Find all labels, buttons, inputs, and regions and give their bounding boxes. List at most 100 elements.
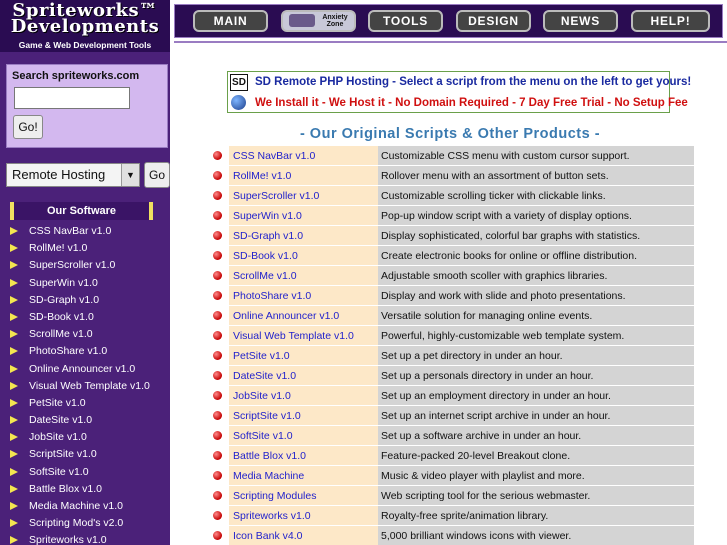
search-panel: Search spriteworks.com Go!: [6, 64, 168, 148]
software-list-item[interactable]: Scripting Mod's v2.0: [8, 515, 168, 532]
software-item-label[interactable]: ScrollMe v1.0: [29, 328, 93, 340]
product-description: Set up a personals directory in under an…: [378, 366, 694, 385]
software-list-item[interactable]: DateSite v1.0: [8, 412, 168, 429]
product-description: Music & video player with playlist and m…: [378, 466, 694, 485]
software-item-label[interactable]: SoftSite v1.0: [29, 466, 89, 478]
software-item-label[interactable]: SuperScroller v1.0: [29, 259, 115, 271]
product-link[interactable]: Icon Bank v4.0: [233, 530, 302, 542]
software-item-label[interactable]: Visual Web Template v1.0: [29, 380, 150, 392]
hosting-go-button[interactable]: Go: [144, 162, 170, 188]
software-list-item[interactable]: PhotoShare v1.0: [8, 343, 168, 360]
product-link[interactable]: PetSite v1.0: [233, 350, 290, 362]
arrow-right-icon: [10, 295, 18, 304]
software-list-item[interactable]: SoftSite v1.0: [8, 464, 168, 481]
product-name-cell: SD-Graph v1.0: [229, 226, 378, 245]
software-list-item[interactable]: CSS NavBar v1.0: [8, 223, 168, 240]
software-item-label[interactable]: Media Machine v1.0: [29, 500, 123, 512]
product-link[interactable]: ScriptSite v1.0: [233, 410, 301, 422]
software-list-item[interactable]: Battle Blox v1.0: [8, 481, 168, 498]
software-list-item[interactable]: Online Announcer v1.0: [8, 361, 168, 378]
software-item-label[interactable]: Battle Blox v1.0: [29, 483, 102, 495]
chevron-down-icon[interactable]: ▼: [121, 164, 139, 186]
software-list-item[interactable]: Visual Web Template v1.0: [8, 378, 168, 395]
nav-help-button[interactable]: HELP!: [631, 10, 710, 32]
red-bullet-icon: [213, 331, 222, 340]
product-name-cell: ScrollMe v1.0: [229, 266, 378, 285]
product-name-cell: Scripting Modules: [229, 486, 378, 505]
product-name-cell: SuperWin v1.0: [229, 206, 378, 225]
product-row: Scripting Modules Web scripting tool for …: [206, 486, 694, 505]
search-go-button[interactable]: Go!: [13, 115, 43, 139]
software-item-label[interactable]: Spriteworks v1.0: [29, 534, 107, 545]
product-link[interactable]: DateSite v1.0: [233, 370, 296, 382]
product-link[interactable]: Spriteworks v1.0: [233, 510, 311, 522]
product-link[interactable]: CSS NavBar v1.0: [233, 150, 315, 162]
nav-design-button[interactable]: DESIGN: [456, 10, 531, 32]
arrow-right-icon: [10, 278, 18, 287]
software-item-label[interactable]: PhotoShare v1.0: [29, 345, 107, 357]
software-list-item[interactable]: SuperScroller v1.0: [8, 257, 168, 274]
software-item-label[interactable]: SD-Graph v1.0: [29, 294, 99, 306]
product-link[interactable]: SuperWin v1.0: [233, 210, 302, 222]
hosting-banner[interactable]: SD SD Remote PHP Hosting - Select a scri…: [227, 71, 691, 113]
product-link[interactable]: Online Announcer v1.0: [233, 310, 339, 322]
product-name-cell: SD-Book v1.0: [229, 246, 378, 265]
product-link[interactable]: Scripting Modules: [233, 490, 316, 502]
product-row: ScriptSite v1.0 Set up an internet script…: [206, 406, 694, 425]
software-list-item[interactable]: ScrollMe v1.0: [8, 326, 168, 343]
software-item-label[interactable]: PetSite v1.0: [29, 397, 86, 409]
product-link[interactable]: JobSite v1.0: [233, 390, 291, 402]
software-item-label[interactable]: DateSite v1.0: [29, 414, 92, 426]
product-link[interactable]: SD-Graph v1.0: [233, 230, 303, 242]
product-row: SuperScroller v1.0 Customizable scrolling…: [206, 186, 694, 205]
software-list-item[interactable]: Spriteworks v1.0: [8, 532, 168, 545]
search-input[interactable]: [14, 87, 130, 109]
arrow-right-icon: [10, 364, 18, 373]
software-item-label[interactable]: CSS NavBar v1.0: [29, 225, 111, 237]
software-item-label[interactable]: Online Announcer v1.0: [29, 363, 135, 375]
software-list-item[interactable]: ScriptSite v1.0: [8, 446, 168, 463]
red-bullet-icon: [213, 171, 222, 180]
product-link[interactable]: SD-Book v1.0: [233, 250, 298, 262]
software-list-item[interactable]: SD-Graph v1.0: [8, 292, 168, 309]
software-item-label[interactable]: RollMe! v1.0: [29, 242, 87, 254]
product-link[interactable]: SuperScroller v1.0: [233, 190, 319, 202]
software-list-item[interactable]: JobSite v1.0: [8, 429, 168, 446]
product-row: SD-Book v1.0 Create electronic books for …: [206, 246, 694, 265]
hosting-select[interactable]: Remote Hosting ▼: [6, 163, 140, 187]
software-item-label[interactable]: SuperWin v1.0: [29, 277, 98, 289]
software-item-label[interactable]: ScriptSite v1.0: [29, 448, 97, 460]
software-list-item[interactable]: Media Machine v1.0: [8, 498, 168, 515]
software-heading: Our Software: [10, 202, 153, 220]
product-link[interactable]: RollMe! v1.0: [233, 170, 291, 182]
nav-news-button[interactable]: NEWS: [543, 10, 618, 32]
product-link[interactable]: Visual Web Template v1.0: [233, 330, 354, 342]
software-list-item[interactable]: SD-Book v1.0: [8, 309, 168, 326]
software-list-item[interactable]: RollMe! v1.0: [8, 240, 168, 257]
nav-tools-button[interactable]: TOOLS: [368, 10, 443, 32]
site-logo[interactable]: Spriteworks™ Developments Game & Web Dev…: [0, 0, 170, 52]
product-description: Create electronic books for online or of…: [378, 246, 694, 265]
products-heading: - Our Original Scripts & Other Products …: [299, 126, 601, 142]
product-link[interactable]: Battle Blox v1.0: [233, 450, 306, 462]
product-bullet-cell: [206, 506, 229, 525]
red-bullet-icon: [213, 391, 222, 400]
product-description: Pop-up window script with a variety of d…: [378, 206, 694, 225]
software-item-label[interactable]: JobSite v1.0: [29, 431, 87, 443]
nav-anxiety-zone-button[interactable]: Anxiety Zone: [281, 10, 356, 32]
product-link[interactable]: SoftSite v1.0: [233, 430, 293, 442]
software-list-item[interactable]: PetSite v1.0: [8, 395, 168, 412]
software-item-label[interactable]: SD-Book v1.0: [29, 311, 94, 323]
product-description: Customizable CSS menu with custom cursor…: [378, 146, 694, 165]
product-description: Rollover menu with an assortment of butt…: [378, 166, 694, 185]
product-name-cell: Online Announcer v1.0: [229, 306, 378, 325]
product-name-cell: PhotoShare v1.0: [229, 286, 378, 305]
product-link[interactable]: PhotoShare v1.0: [233, 290, 311, 302]
red-bullet-icon: [213, 151, 222, 160]
software-item-label[interactable]: Scripting Mod's v2.0: [29, 517, 123, 529]
product-link[interactable]: Media Machine: [233, 470, 304, 482]
product-description: Customizable scrolling ticker with click…: [378, 186, 694, 205]
software-list-item[interactable]: SuperWin v1.0: [8, 275, 168, 292]
nav-main-button[interactable]: MAIN: [193, 10, 268, 32]
product-link[interactable]: ScrollMe v1.0: [233, 270, 297, 282]
